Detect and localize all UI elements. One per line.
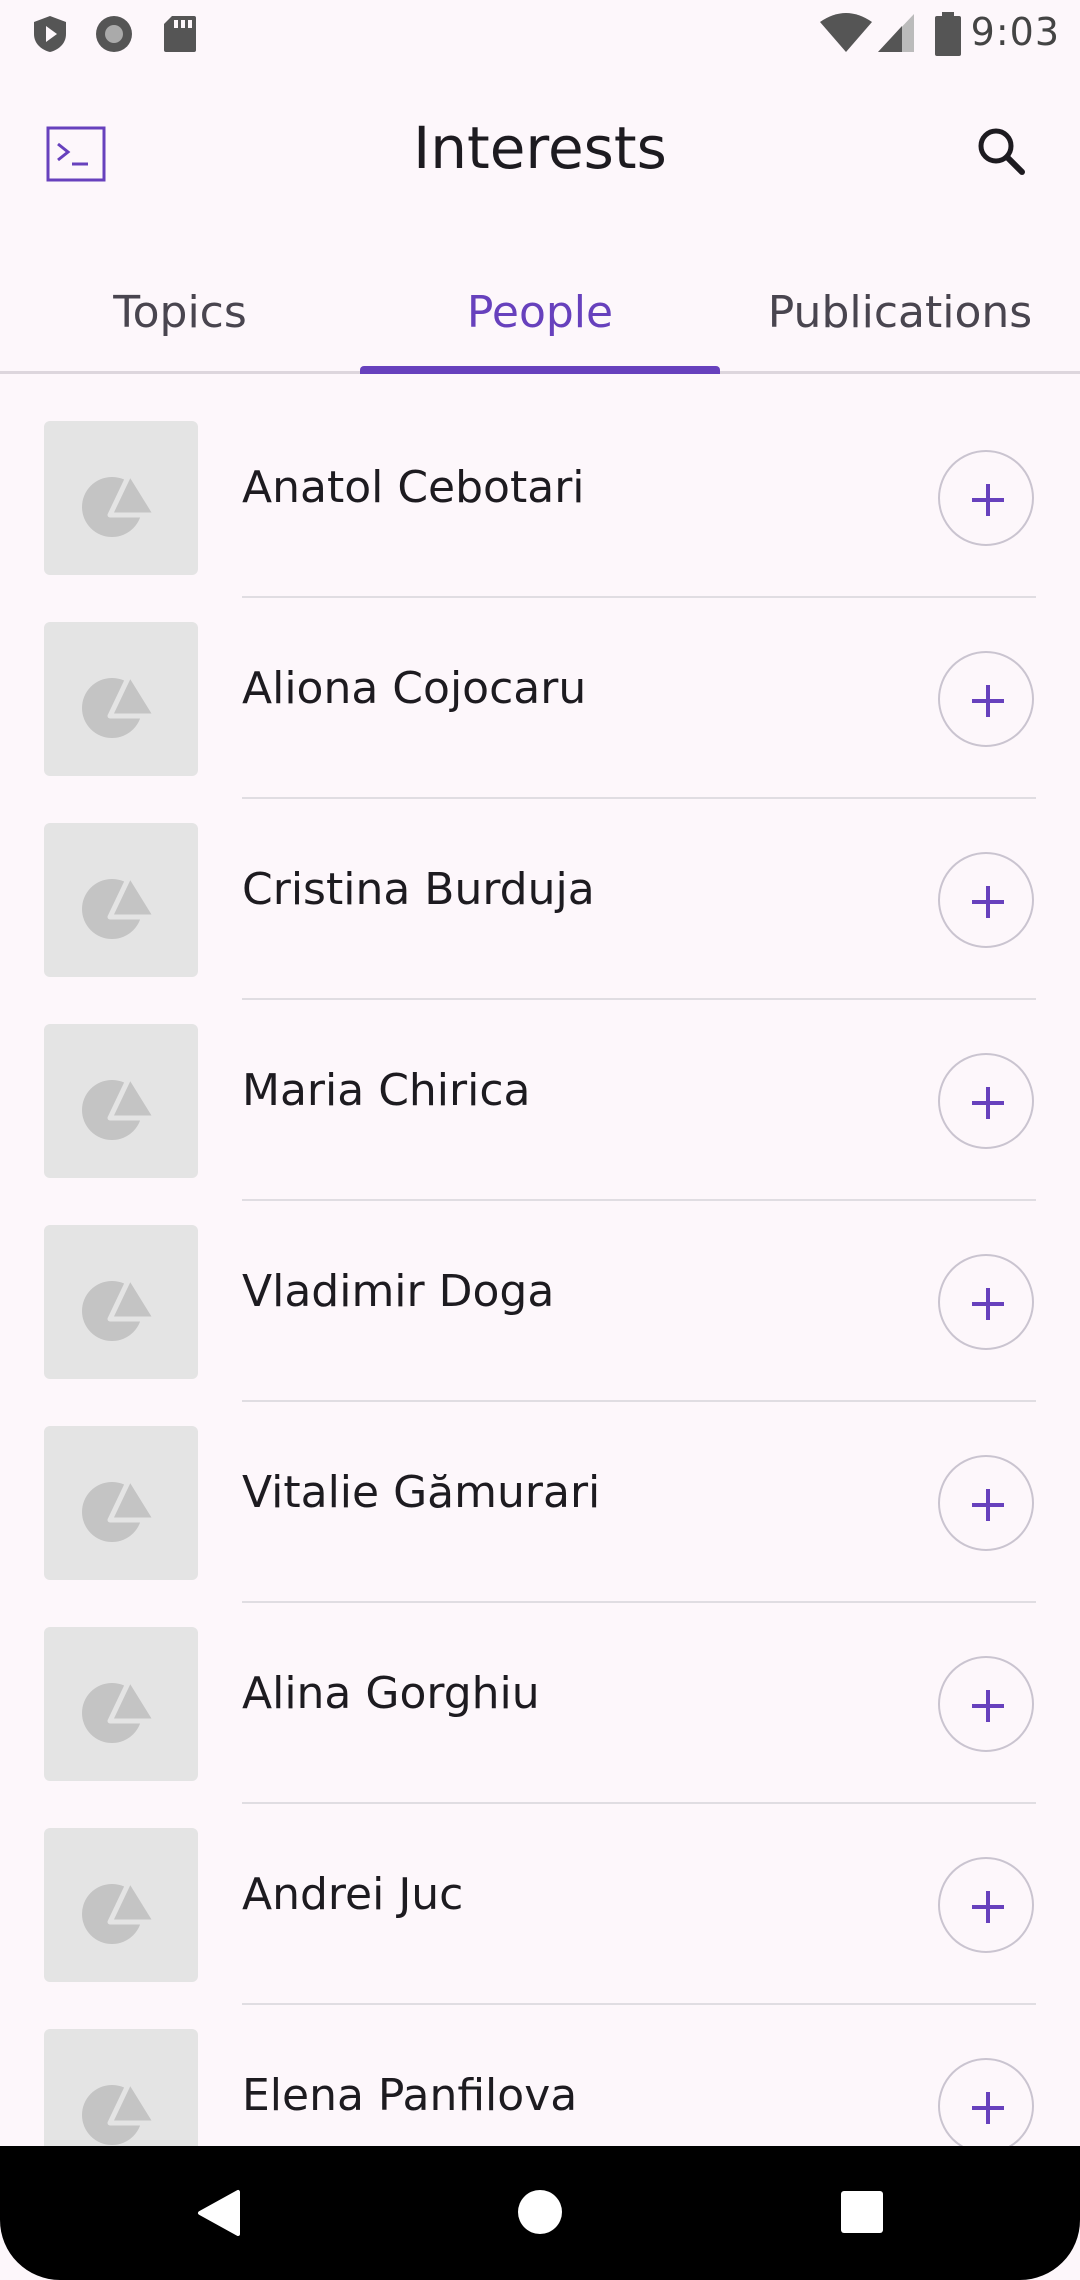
record-circle-icon xyxy=(94,14,134,58)
home-icon[interactable] xyxy=(516,2188,564,2240)
follow-button[interactable] xyxy=(938,1455,1034,1551)
search-icon xyxy=(978,128,1025,175)
signal-icon xyxy=(876,12,916,58)
status-bar: 9:03 xyxy=(0,0,1080,66)
search-button[interactable] xyxy=(970,120,1034,184)
person-name: Alina Gorghiu xyxy=(242,1668,540,1719)
interests-screen: 9:03 Interests Topics People Publication… xyxy=(0,0,1080,2280)
person-row[interactable]: Vitalie Gămurari xyxy=(0,1379,1080,1603)
person-row[interactable]: Aliona Cojocaru xyxy=(0,575,1080,799)
recents-icon[interactable] xyxy=(840,2190,884,2238)
tab-row: Topics People Publications xyxy=(0,268,1080,374)
avatar-placeholder xyxy=(44,2029,198,2146)
tab-publications[interactable]: Publications xyxy=(720,268,1080,374)
image-placeholder-icon xyxy=(82,671,159,738)
wifi-icon xyxy=(818,12,874,58)
tab-topics[interactable]: Topics xyxy=(0,268,360,374)
page-title: Interests xyxy=(413,114,667,182)
avatar-placeholder xyxy=(44,1024,198,1178)
image-placeholder-icon xyxy=(82,1274,159,1341)
person-name: Andrei Juc xyxy=(242,1869,464,1920)
avatar-placeholder xyxy=(44,1627,198,1781)
image-placeholder-icon xyxy=(82,1877,159,1944)
person-name: Vladimir Doga xyxy=(242,1266,555,1317)
follow-button[interactable] xyxy=(938,450,1034,546)
avatar-placeholder xyxy=(44,823,198,977)
image-placeholder-icon xyxy=(82,1676,159,1743)
follow-button[interactable] xyxy=(938,2058,1034,2146)
image-placeholder-icon xyxy=(82,470,159,537)
person-name: Maria Chirica xyxy=(242,1065,531,1116)
follow-button[interactable] xyxy=(938,852,1034,948)
person-name: Vitalie Gămurari xyxy=(242,1467,601,1518)
person-row[interactable]: Anatol Cebotari xyxy=(0,374,1080,598)
person-row[interactable]: Elena Panfilova xyxy=(0,1982,1080,2146)
plus-icon xyxy=(972,1690,1004,1722)
top-app-bar: Interests xyxy=(0,66,1080,242)
follow-button[interactable] xyxy=(938,1053,1034,1149)
avatar-placeholder xyxy=(44,1828,198,1982)
follow-button[interactable] xyxy=(938,1656,1034,1752)
avatar-placeholder xyxy=(44,1225,198,1379)
image-placeholder-icon xyxy=(82,872,159,939)
tab-indicator xyxy=(360,366,720,374)
plus-icon xyxy=(972,1489,1004,1521)
person-row[interactable]: Alina Gorghiu xyxy=(0,1580,1080,1804)
person-name: Aliona Cojocaru xyxy=(242,663,587,714)
back-icon[interactable] xyxy=(196,2188,242,2242)
plus-icon xyxy=(972,484,1004,516)
person-row[interactable]: Vladimir Doga xyxy=(0,1178,1080,1402)
avatar-placeholder xyxy=(44,622,198,776)
tab-people[interactable]: People xyxy=(360,268,720,374)
battery-icon xyxy=(934,12,962,60)
person-name: Cristina Burduja xyxy=(242,864,595,915)
person-name: Elena Panfilova xyxy=(242,2070,578,2121)
plus-icon xyxy=(972,2092,1004,2124)
image-placeholder-icon xyxy=(82,2078,159,2145)
follow-button[interactable] xyxy=(938,1254,1034,1350)
people-list[interactable]: Anatol Cebotari Aliona Cojocaru Cristina B… xyxy=(0,374,1080,2146)
sd-card-icon xyxy=(162,14,198,58)
person-row[interactable]: Cristina Burduja xyxy=(0,776,1080,1000)
shield-notification-icon xyxy=(30,14,70,58)
status-time: 9:03 xyxy=(970,10,1060,54)
person-row[interactable]: Andrei Juc xyxy=(0,1781,1080,2005)
system-nav-bar xyxy=(0,2146,1080,2280)
person-name: Anatol Cebotari xyxy=(242,462,585,513)
plus-icon xyxy=(972,685,1004,717)
image-placeholder-icon xyxy=(82,1073,159,1140)
avatar-placeholder xyxy=(44,1426,198,1580)
avatar-placeholder xyxy=(44,421,198,575)
image-placeholder-icon xyxy=(82,1475,159,1542)
follow-button[interactable] xyxy=(938,651,1034,747)
plus-icon xyxy=(972,1288,1004,1320)
person-row[interactable]: Maria Chirica xyxy=(0,977,1080,1201)
follow-button[interactable] xyxy=(938,1857,1034,1953)
plus-icon xyxy=(972,1087,1004,1119)
plus-icon xyxy=(972,1891,1004,1923)
plus-icon xyxy=(972,886,1004,918)
